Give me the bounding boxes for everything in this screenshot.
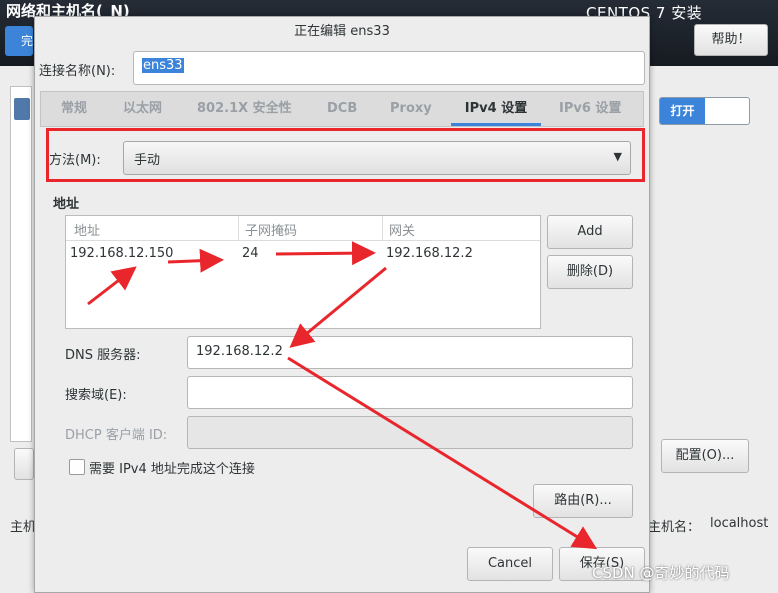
highlight-annotation-box [46,128,645,182]
cell-address[interactable]: 192.168.12.150 [70,246,173,261]
configure-button[interactable]: 配置(O)... [661,439,749,473]
cell-gateway[interactable]: 192.168.12.2 [386,246,473,261]
dhcp-client-id-input [187,416,633,449]
cell-netmask[interactable]: 24 [242,246,259,261]
column-divider [382,216,383,240]
delete-address-button[interactable]: 删除(D) [547,255,633,289]
tab-ipv6-settings[interactable]: IPv6 设置 [559,92,621,126]
cancel-button[interactable]: Cancel [467,547,553,581]
column-header-gateway: 网关 [389,224,416,239]
network-device-icon [14,98,30,120]
done-button[interactable]: 完 [5,26,33,56]
remove-device-button[interactable] [14,448,34,480]
toggle-on-label: 打开 [660,98,705,124]
device-list[interactable] [10,86,32,442]
tab-ipv4-settings[interactable]: IPv4 设置 [451,92,541,126]
tab-proxy[interactable]: Proxy [390,92,432,126]
connection-name-value: ens33 [142,58,184,73]
dns-servers-input[interactable]: 192.168.12.2 [187,336,633,369]
address-section-title: 地址 [53,197,80,212]
routes-button[interactable]: 路由(R)... [533,484,633,518]
connection-name-input[interactable]: ens33 [133,51,645,85]
watermark: CSDN @奇妙的代码 [592,564,730,582]
dialog-title: 正在编辑 ens33 [294,24,390,39]
connection-name-label: 连接名称(N): [39,64,116,79]
settings-tabbar: 常规 以太网 802.1X 安全性 DCB Proxy IPv4 设置 IPv6… [40,91,644,127]
tab-8021x-security[interactable]: 802.1X 安全性 [197,92,292,126]
address-table[interactable]: 地址 子网掩码 网关 192.168.12.150 24 192.168.12.… [65,215,541,329]
column-header-address: 地址 [74,224,101,239]
dhcp-client-id-label: DHCP 客户端 ID: [65,428,168,443]
search-domains-label: 搜索域(E): [65,388,127,403]
hostname-value: localhost [710,516,769,531]
edit-connection-dialog: 正在编辑 ens33 连接名称(N): ens33 常规 以太网 802.1X … [34,16,650,593]
column-header-netmask: 子网掩码 [245,224,298,239]
tab-dcb[interactable]: DCB [327,92,357,126]
require-ipv4-label[interactable]: 需要 IPv4 地址完成这个连接 [89,458,255,477]
tab-ethernet[interactable]: 以太网 [123,92,162,126]
help-button[interactable]: 帮助！ [694,24,768,56]
address-table-header: 地址 子网掩码 网关 [66,216,540,241]
search-domains-input[interactable] [187,376,633,409]
hostname-label: 主机名： [648,520,701,535]
column-divider [238,216,239,240]
dns-servers-label: DNS 服务器: [65,348,141,363]
add-address-button[interactable]: Add [547,215,633,249]
require-ipv4-checkbox[interactable] [69,459,85,475]
hostname-left-label: 主机 [10,520,37,535]
connection-toggle[interactable]: 打开 [659,97,750,125]
tab-general[interactable]: 常规 [61,92,87,126]
